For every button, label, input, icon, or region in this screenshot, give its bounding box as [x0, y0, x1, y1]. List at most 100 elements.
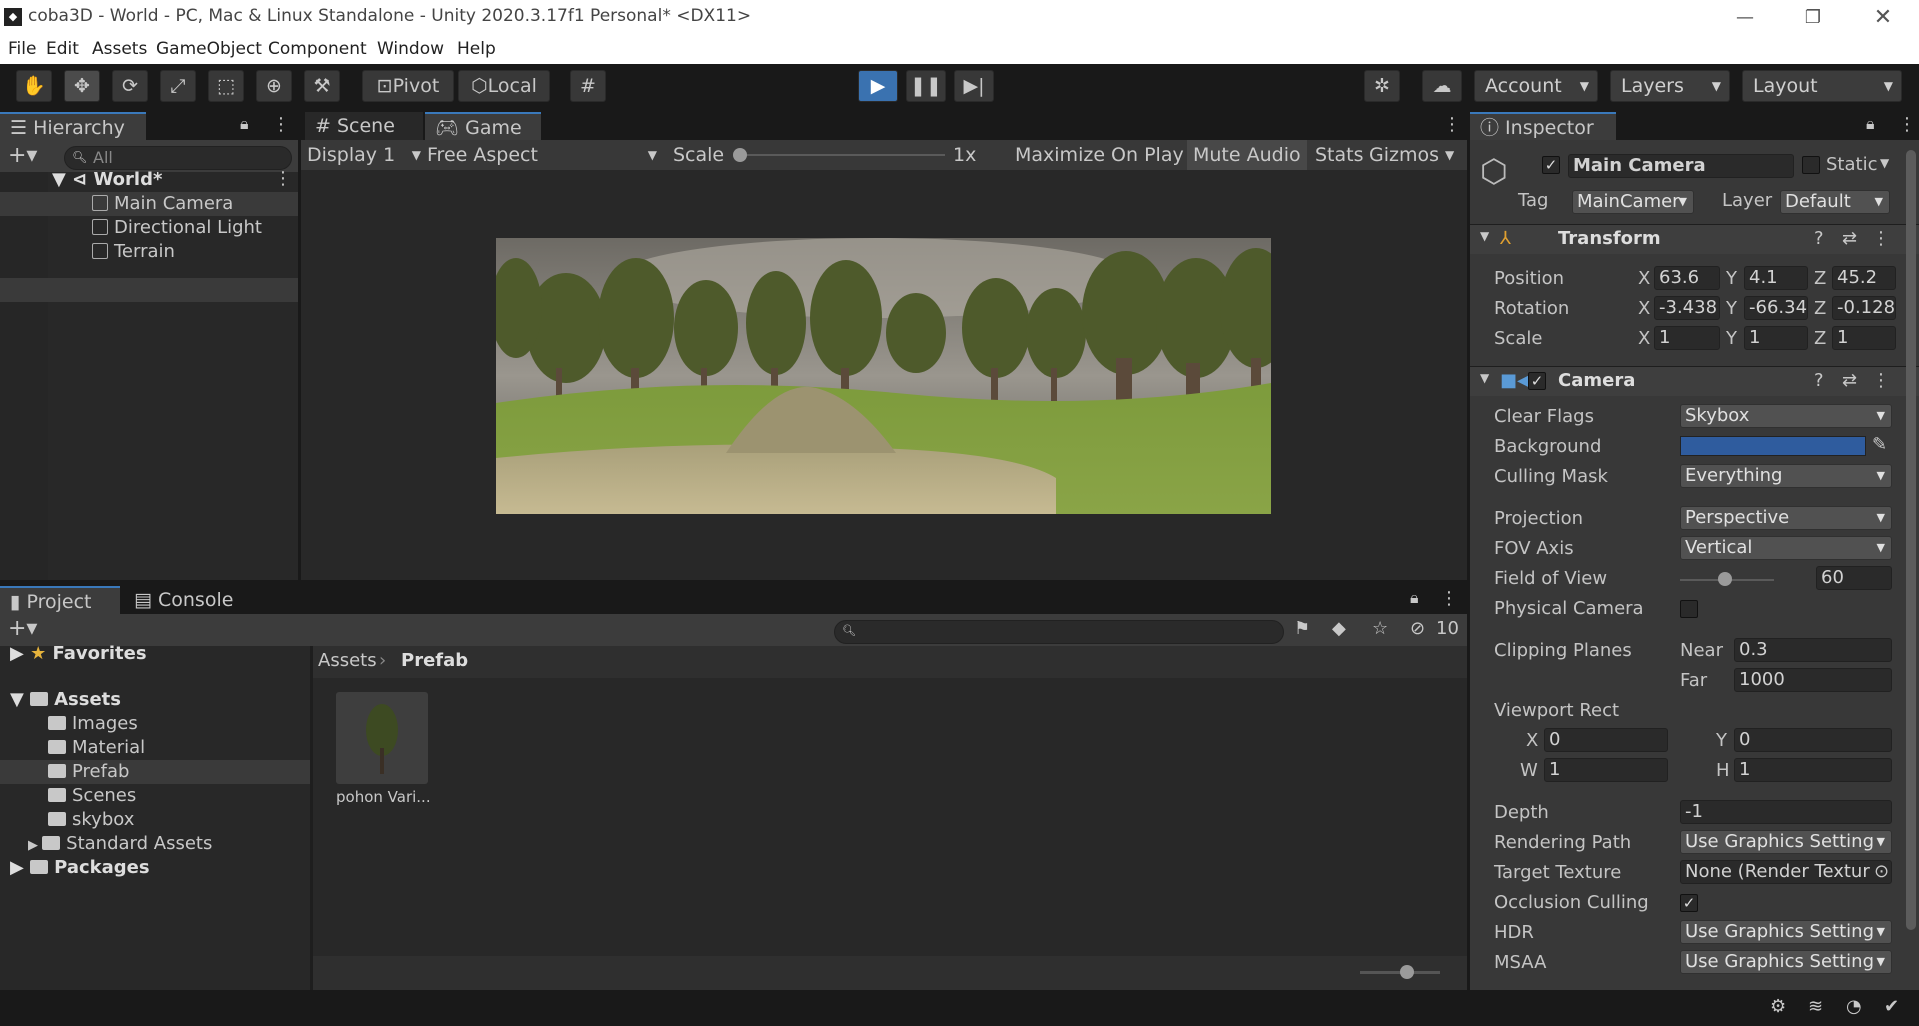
assets-folder[interactable]: ▼ Assets [10, 688, 121, 712]
tab-console[interactable]: ▤ Console [124, 586, 244, 614]
restore-button[interactable]: ❐ [1790, 4, 1836, 32]
fov-slider-handle[interactable] [1718, 572, 1732, 586]
lock-icon[interactable]: 🔒︎ [240, 114, 249, 134]
clear-flags-dropdown[interactable]: Skybox ▼ [1680, 404, 1892, 428]
menu-edit[interactable]: Edit [46, 39, 79, 59]
account-dropdown[interactable]: Account ▼ [1474, 70, 1598, 102]
rotate-tool-icon[interactable]: ⟳ [112, 70, 148, 102]
more-icon[interactable]: ⋮ [1898, 114, 1916, 135]
services-icon[interactable]: ✲ [1364, 70, 1400, 102]
far-field[interactable]: 1000 [1734, 668, 1892, 692]
projection-dropdown[interactable]: Perspective ▼ [1680, 506, 1892, 530]
layout-dropdown[interactable]: Layout ▼ [1742, 70, 1902, 102]
preset-icon[interactable]: ⇄ [1842, 228, 1857, 249]
rotation-x-field[interactable]: -3.438 [1654, 296, 1720, 320]
tab-hierarchy[interactable]: ☰ Hierarchy [0, 112, 146, 140]
more-icon[interactable]: ⋮ [1440, 588, 1458, 609]
hidden-packages-icon[interactable]: ⊘ [1410, 618, 1425, 639]
tab-game[interactable]: 🎮︎ Game [425, 112, 541, 140]
menu-assets[interactable]: Assets [92, 39, 147, 59]
minimize-button[interactable]: — [1722, 4, 1768, 32]
position-z-field[interactable]: 45.2 [1832, 266, 1896, 290]
game-viewport[interactable] [496, 238, 1271, 514]
scene-more-icon[interactable]: ⋮ [274, 168, 292, 189]
fov-axis-dropdown[interactable]: Vertical ▼ [1680, 536, 1892, 560]
create-icon[interactable]: +▾ [8, 616, 37, 641]
scene-root[interactable]: ▼ ⊲ World* [52, 168, 162, 192]
scale-slider-handle[interactable] [733, 148, 747, 162]
rendering-path-dropdown[interactable]: Use Graphics Setting ▼ [1680, 830, 1892, 854]
tab-scene[interactable]: # Scene [305, 112, 423, 140]
tab-project[interactable]: ▮ Project [0, 586, 120, 614]
hdr-dropdown[interactable]: Use Graphics Setting ▼ [1680, 920, 1892, 944]
folder-standard-assets[interactable]: ▶ Standard Assets [28, 832, 212, 856]
breadcrumb-prefab[interactable]: Prefab [401, 650, 468, 671]
position-x-field[interactable]: 63.6 [1654, 266, 1720, 290]
close-button[interactable]: ✕ [1860, 4, 1906, 32]
cloud-icon[interactable]: ☁ [1422, 70, 1462, 102]
mute-audio-button[interactable]: Mute Audio [1187, 140, 1307, 170]
fov-field[interactable]: 60 [1816, 566, 1892, 590]
transform-header[interactable]: ▼ ⅄ Transform ? ⇄ ⋮ [1470, 224, 1919, 254]
tab-inspector[interactable]: ⓘ Inspector [1470, 112, 1616, 140]
gizmos-chevron-icon[interactable]: ▼ [1445, 140, 1454, 170]
folder-scenes[interactable]: Scenes [48, 784, 136, 808]
camera-enabled-checkbox[interactable]: ✓ [1528, 372, 1546, 390]
layers-dropdown[interactable]: Layers ▼ [1610, 70, 1730, 102]
eyedropper-icon[interactable]: ✎ [1872, 434, 1887, 455]
menu-help[interactable]: Help [457, 39, 496, 59]
aspect-dropdown[interactable]: Free Aspect ▼ [427, 140, 663, 170]
component-menu-icon[interactable]: ⋮ [1872, 228, 1890, 249]
viewport-y-field[interactable]: 0 [1734, 728, 1892, 752]
hierarchy-item-directional-light[interactable]: Directional Light [92, 216, 262, 240]
local-button[interactable]: ⬡Local [458, 70, 550, 102]
target-texture-field[interactable]: None (Render Textur [1680, 860, 1892, 884]
folder-material[interactable]: Material [48, 736, 145, 760]
lock-icon[interactable]: 🔒︎ [1410, 588, 1419, 608]
position-y-field[interactable]: 4.1 [1744, 266, 1808, 290]
packages-folder[interactable]: ▶ Packages [10, 856, 150, 880]
viewport-h-field[interactable]: 1 [1734, 758, 1892, 782]
rotation-y-field[interactable]: -66.34 [1744, 296, 1808, 320]
menu-gameobject[interactable]: GameObject [156, 39, 262, 59]
debug-icon[interactable]: ⚙ [1770, 996, 1786, 1017]
hierarchy-item-main-camera[interactable]: Main Camera [0, 192, 298, 216]
scale-slider-track[interactable] [741, 154, 945, 156]
static-chevron-icon[interactable]: ▼ [1880, 156, 1889, 170]
filter-label-icon[interactable]: ◆ [1332, 618, 1346, 639]
breadcrumb-assets[interactable]: Assets [318, 650, 377, 671]
scale-y-field[interactable]: 1 [1744, 326, 1808, 350]
hierarchy-item-terrain[interactable]: Terrain [92, 240, 175, 264]
msaa-dropdown[interactable]: Use Graphics Setting ▼ [1680, 950, 1892, 974]
component-menu-icon[interactable]: ⋮ [1872, 370, 1890, 391]
folder-prefab[interactable]: Prefab [48, 760, 129, 784]
more-icon[interactable]: ⋮ [272, 114, 290, 135]
depth-field[interactable]: -1 [1680, 800, 1892, 824]
rect-tool-icon[interactable]: ⬚ [208, 70, 244, 102]
cache-icon[interactable]: ≋ [1808, 996, 1823, 1017]
stats-button[interactable]: Stats [1309, 140, 1370, 170]
viewport-w-field[interactable]: 1 [1544, 758, 1668, 782]
camera-header[interactable]: ▼ ■◀ ✓ Camera ? ⇄ ⋮ [1470, 366, 1919, 396]
hierarchy-search-input[interactable]: All [64, 146, 292, 170]
help-icon[interactable]: ? [1814, 228, 1824, 249]
rotation-z-field[interactable]: -0.128 [1832, 296, 1896, 320]
lock-icon[interactable]: 🔒︎ [1866, 114, 1875, 134]
preset-icon[interactable]: ⇄ [1842, 370, 1857, 391]
gizmos-button[interactable]: Gizmos [1365, 140, 1443, 170]
folder-images[interactable]: Images [48, 712, 138, 736]
asset-thumbnail[interactable] [336, 692, 428, 784]
pivot-button[interactable]: ⊡Pivot [362, 70, 454, 102]
scale-z-field[interactable]: 1 [1832, 326, 1896, 350]
occlusion-culling-checkbox[interactable]: ✓ [1680, 894, 1698, 912]
tag-dropdown[interactable]: MainCamer ▼ [1572, 190, 1694, 214]
menu-component[interactable]: Component [268, 39, 367, 59]
layer-dropdown[interactable]: Default ▼ [1780, 190, 1890, 214]
custom-tool-icon[interactable]: ⚒ [304, 70, 340, 102]
project-search-input[interactable] [834, 620, 1284, 644]
maximize-on-play-button[interactable]: Maximize On Play [1011, 140, 1188, 170]
scale-tool-icon[interactable]: ⤢ [160, 70, 196, 102]
add-icon[interactable]: +▾ [8, 143, 37, 168]
near-field[interactable]: 0.3 [1734, 638, 1892, 662]
culling-mask-dropdown[interactable]: Everything ▼ [1680, 464, 1892, 488]
